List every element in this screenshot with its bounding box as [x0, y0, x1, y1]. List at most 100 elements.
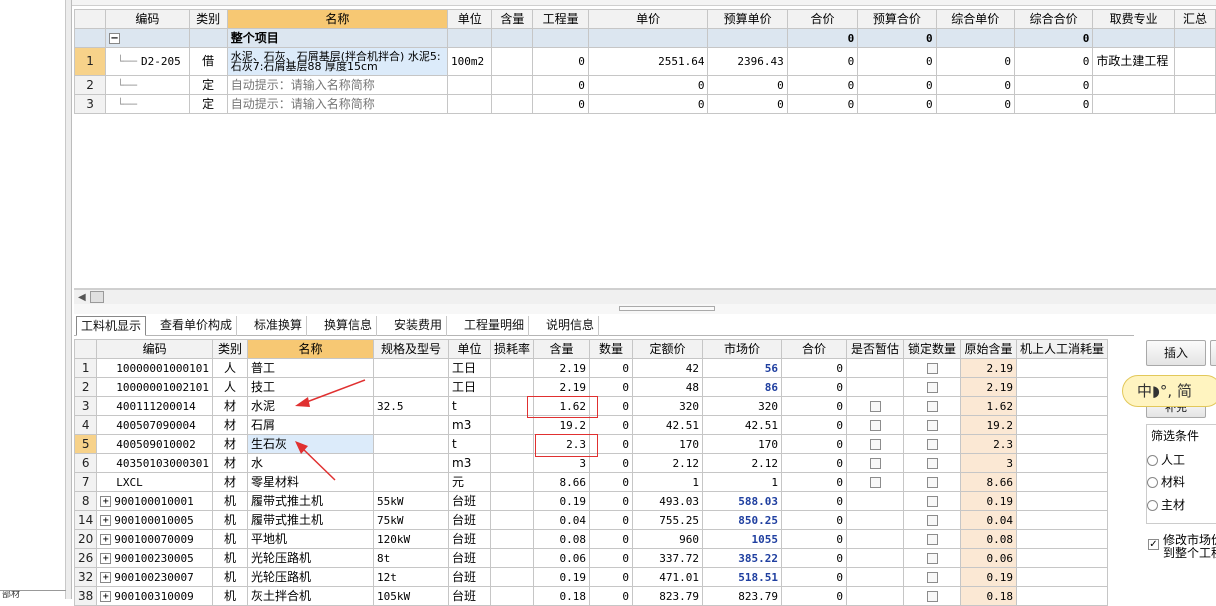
row-number[interactable]: 4 [73, 415, 98, 435]
total-cell[interactable]: 0 [781, 434, 848, 454]
quota-price-cell[interactable]: 337.72 [632, 548, 704, 568]
tab-6[interactable]: 说明信息 [542, 316, 600, 336]
table-row[interactable]: 2 └── 定自动提示：请输入名称简称 0 0 0 0 0 0 0 [73, 75, 1216, 95]
column-header[interactable]: 预算合价 [857, 9, 937, 29]
table-row[interactable]: 4 400507090004 材石屑 m3 19.2 0 42.51 42.51 0 19.2 [73, 415, 1109, 435]
type-cell[interactable]: 机 [212, 548, 248, 568]
content-cell[interactable] [491, 47, 534, 76]
loss-rate-cell[interactable] [489, 377, 535, 397]
content-cell[interactable]: 0.19 [533, 491, 591, 511]
fee-type-cell[interactable] [1092, 28, 1175, 48]
price-cell[interactable]: 0 [587, 94, 709, 114]
type-cell[interactable]: 材 [212, 415, 248, 435]
column-header[interactable]: 汇总 [1174, 9, 1216, 29]
market-price-cell[interactable]: 385.22 [702, 548, 783, 568]
quantity-cell[interactable] [532, 28, 589, 48]
name-cell[interactable]: 平地机 [247, 529, 374, 549]
original-content-cell[interactable]: 0.18 [960, 586, 1018, 606]
price-cell[interactable] [587, 28, 709, 48]
composite-total-cell[interactable]: 0 [1013, 94, 1094, 114]
composite-price-cell[interactable]: 0 [935, 94, 1015, 114]
table-row[interactable]: 32 +900100230007 机光轮压路机 12t 台班 0.19 0 471.01 518… [73, 567, 1109, 587]
provisional-cell[interactable] [846, 434, 905, 454]
provisional-cell[interactable] [846, 377, 905, 397]
column-header[interactable]: 编码 [96, 339, 213, 359]
radio-icon[interactable] [1147, 455, 1158, 466]
lock-quantity-cell[interactable] [903, 548, 962, 568]
provisional-cell[interactable] [846, 491, 905, 511]
table-row[interactable]: 2 10000001002101 人技工 工日 2.19 0 48 86 0 2.19 [73, 377, 1109, 397]
total-cell[interactable]: 0 [786, 75, 859, 95]
code-cell[interactable]: 400111200014 [96, 396, 213, 416]
total-cell[interactable]: 0 [781, 358, 848, 378]
code-cell[interactable]: 400509010002 [96, 434, 213, 454]
market-price-cell[interactable]: 1 [702, 472, 783, 492]
machine-labor-cell[interactable] [1016, 415, 1109, 435]
column-header[interactable]: 含量 [491, 9, 534, 29]
price-cell[interactable]: 2551.64 [587, 47, 709, 76]
column-header[interactable]: 名称 [226, 9, 448, 29]
code-cell[interactable]: +900100070009 [96, 529, 213, 549]
column-header[interactable]: 原始含量 [960, 339, 1018, 359]
budget-total-cell[interactable]: 0 [857, 28, 937, 48]
scroll-left-icon[interactable]: ◀ [78, 292, 86, 303]
machine-labor-cell[interactable] [1016, 491, 1109, 511]
table-row[interactable]: 8 +900100010001 机履带式推土机 55kW 台班 0.19 0 493.03 58… [73, 491, 1109, 511]
composite-price-cell[interactable]: 0 [935, 75, 1015, 95]
quantity-cell[interactable]: 0 [589, 472, 634, 492]
content-cell[interactable]: 0.04 [533, 510, 591, 530]
column-header[interactable]: 市场价 [702, 339, 783, 359]
spec-cell[interactable]: 75kW [373, 510, 449, 530]
code-cell[interactable]: 10000001002101 [96, 377, 213, 397]
lock-quantity-cell[interactable] [903, 472, 962, 492]
content-cell[interactable]: 8.66 [533, 472, 591, 492]
content-cell[interactable]: 0.08 [533, 529, 591, 549]
original-content-cell[interactable]: 8.66 [960, 472, 1018, 492]
budget-price-cell[interactable]: 0 [707, 94, 788, 114]
type-cell[interactable]: 定 [188, 75, 228, 95]
original-content-cell[interactable]: 0.08 [960, 529, 1018, 549]
column-header[interactable]: 定额价 [632, 339, 704, 359]
code-cell[interactable]: └── D2-205 [105, 47, 190, 76]
code-cell[interactable]: └── [105, 75, 190, 95]
market-price-cell[interactable]: 86 [702, 377, 783, 397]
machine-labor-cell[interactable] [1016, 453, 1109, 473]
type-cell[interactable] [188, 28, 228, 48]
spec-cell[interactable]: 105kW [373, 586, 449, 606]
expand-icon[interactable]: + [100, 553, 112, 564]
type-cell[interactable]: 材 [212, 434, 248, 454]
original-content-cell[interactable]: 2.3 [960, 434, 1018, 454]
code-cell[interactable]: +900100230005 [96, 548, 213, 568]
column-header[interactable]: 类别 [212, 339, 248, 359]
checkbox-icon[interactable] [926, 590, 938, 602]
lock-quantity-cell[interactable] [903, 586, 962, 606]
machine-labor-cell[interactable] [1016, 586, 1109, 606]
table-row[interactable]: 20 +900100070009 机平地机 120kW 台班 0.08 0 960 1055 0 0… [73, 529, 1109, 549]
lock-quantity-cell[interactable] [903, 434, 962, 454]
quota-price-cell[interactable]: 960 [632, 529, 704, 549]
column-header[interactable]: 单位 [446, 9, 493, 29]
column-header[interactable]: 单价 [587, 9, 709, 29]
market-price-cell[interactable]: 42.51 [702, 415, 783, 435]
checkbox-icon[interactable] [926, 438, 938, 450]
code-cell[interactable]: 400507090004 [96, 415, 213, 435]
row-number[interactable]: 5 [73, 434, 98, 454]
table-row[interactable]: 3 └── 定自动提示：请输入名称简称 0 0 0 0 0 0 0 [73, 94, 1216, 114]
composite-total-cell[interactable]: 0 [1013, 47, 1094, 76]
column-header[interactable]: 规格及型号 [373, 339, 449, 359]
loss-rate-cell[interactable] [489, 434, 535, 454]
row-number[interactable]: 7 [73, 472, 98, 492]
checkbox-icon[interactable] [926, 514, 938, 526]
code-cell[interactable]: LXCL [96, 472, 213, 492]
lock-quantity-cell[interactable] [903, 415, 962, 435]
column-header[interactable]: 综合合价 [1013, 9, 1094, 29]
loss-rate-cell[interactable] [489, 453, 535, 473]
lock-quantity-cell[interactable] [903, 491, 962, 511]
row-number[interactable] [73, 28, 107, 48]
original-content-cell[interactable]: 2.19 [960, 377, 1018, 397]
radio-icon[interactable] [1147, 500, 1158, 511]
type-cell[interactable]: 机 [212, 529, 248, 549]
table-row[interactable]: 1 └── D2-205 借水泥、石灰、石屑基层(拌合机拌合) 水泥5:石灰7:石屑基… [73, 47, 1216, 76]
quantity-cell[interactable]: 0 [589, 529, 634, 549]
budget-total-cell[interactable]: 0 [857, 94, 937, 114]
